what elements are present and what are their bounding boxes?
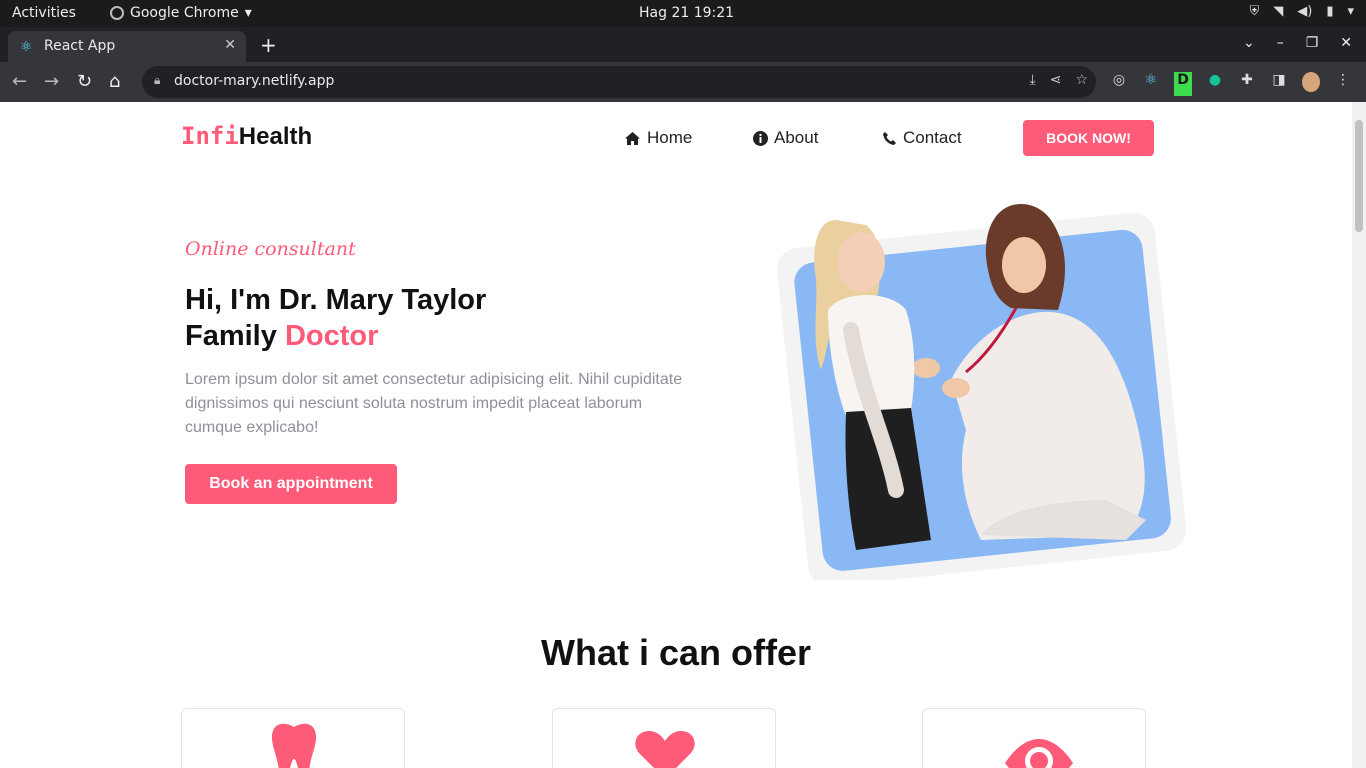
logo-part-1: Infi <box>181 122 239 150</box>
react-icon: ⚛ <box>20 39 33 55</box>
forward-icon[interactable]: → <box>44 71 59 92</box>
window-controls: ⌄ – ❐ ✕ <box>1243 35 1352 51</box>
maximize-icon[interactable]: ❐ <box>1306 35 1319 51</box>
nav-about[interactable]: About <box>753 128 818 148</box>
page-scrollbar[interactable] <box>1352 102 1366 768</box>
tab-title: React App <box>44 38 116 54</box>
wifi-icon: ◥ <box>1273 4 1284 19</box>
nav-contact-label: Contact <box>903 128 962 147</box>
phone-icon <box>883 131 896 145</box>
hero-heading-accent: Doctor <box>284 320 379 352</box>
offer-card-dental[interactable] <box>181 708 405 768</box>
app-menu[interactable]: Google Chrome ▾ <box>110 5 252 21</box>
close-window-icon[interactable]: ✕ <box>1340 35 1352 51</box>
volume-icon: ◀) <box>1297 4 1313 19</box>
extensions-bar: ◎ ⚛ D ● ✚ ◨ ⋮ <box>1110 72 1352 96</box>
extension-grammarly-icon[interactable]: ● <box>1206 72 1224 96</box>
battery-icon: ▮ <box>1326 4 1334 19</box>
nav-home[interactable]: Home <box>624 128 692 148</box>
clock[interactable]: Hag 21 19:21 <box>639 5 734 21</box>
page-viewport: InfiHealth Home About Contact BOOK NOW! … <box>0 102 1366 768</box>
offer-section-title: What i can offer <box>540 632 812 673</box>
close-tab-icon[interactable]: ✕ <box>224 37 236 53</box>
book-appointment-button[interactable]: Book an appointment <box>185 464 397 504</box>
extension-target-icon[interactable]: ◎ <box>1110 72 1128 96</box>
system-tray[interactable]: ⛨ ◥ ◀) ▮ ▾ <box>1249 4 1354 19</box>
book-now-button[interactable]: BOOK NOW! <box>1023 120 1154 156</box>
install-icon[interactable]: ⤓ <box>1030 72 1036 88</box>
activities-button[interactable]: Activities <box>12 5 76 21</box>
menu-icon[interactable]: ⋮ <box>1334 72 1352 96</box>
extensions-icon[interactable]: ✚ <box>1238 72 1256 96</box>
extension-react-icon[interactable]: ⚛ <box>1142 72 1160 96</box>
shield-icon: ⛨ <box>1249 4 1260 19</box>
tab-react-app[interactable]: ⚛ React App ✕ <box>8 31 246 62</box>
app-name: Google Chrome <box>130 5 239 21</box>
reload-icon[interactable]: ↻ <box>77 71 92 92</box>
hero-heading: Hi, I'm Dr. Mary Taylor Family Doctor <box>185 282 486 354</box>
back-icon[interactable]: ← <box>12 71 27 92</box>
hero-tagline: Online consultant <box>185 238 356 260</box>
extension-d-icon[interactable]: D <box>1174 72 1192 96</box>
browser-toolbar: ← → ↻ ⌂ 🔒︎ doctor-mary.netlify.app ⤓ ⋖ ☆… <box>0 62 1366 102</box>
lock-icon[interactable]: 🔒︎ <box>154 73 160 88</box>
site-logo[interactable]: InfiHealth <box>181 122 312 151</box>
home-icon <box>625 131 640 145</box>
heart-icon <box>635 731 695 768</box>
eye-icon <box>1005 739 1073 768</box>
info-icon <box>753 130 768 146</box>
tooth-icon <box>272 723 316 768</box>
logo-part-2: Health <box>238 123 313 150</box>
hero-doctor-image <box>776 204 1186 580</box>
hero-heading-line2-prefix: Family <box>185 320 285 352</box>
offer-card-cardiology[interactable] <box>552 708 776 768</box>
new-tab-button[interactable]: + <box>260 33 277 57</box>
nav-home-label: Home <box>647 128 693 147</box>
tab-search-icon[interactable]: ⌄ <box>1243 35 1255 51</box>
chrome-icon <box>110 6 124 20</box>
nav-contact[interactable]: Contact <box>882 128 962 148</box>
scrollbar-thumb[interactable] <box>1355 120 1363 232</box>
star-icon[interactable]: ☆ <box>1075 72 1088 88</box>
address-bar[interactable]: 🔒︎ doctor-mary.netlify.app ⤓ ⋖ ☆ <box>142 66 1096 98</box>
minimize-icon[interactable]: – <box>1277 35 1284 51</box>
caret-down-icon: ▾ <box>244 5 252 21</box>
sidepanel-icon[interactable]: ◨ <box>1270 72 1288 96</box>
nav-about-label: About <box>774 128 819 147</box>
url-text[interactable]: doctor-mary.netlify.app <box>174 73 334 89</box>
profile-avatar[interactable] <box>1302 72 1320 96</box>
tab-strip: ⚛ React App ✕ + ⌄ – ❐ ✕ <box>0 27 1366 62</box>
hero-heading-line1: Hi, I'm Dr. Mary Taylor <box>185 284 487 316</box>
hero-lead-text: Lorem ipsum dolor sit amet consectetur a… <box>185 371 683 436</box>
home-icon[interactable]: ⌂ <box>109 71 120 92</box>
system-top-bar: Activities Google Chrome ▾ Hag 21 19:21 … <box>0 0 1366 27</box>
caret-down-icon: ▾ <box>1347 4 1354 19</box>
offer-card-ophthalmology[interactable] <box>922 708 1146 768</box>
share-icon[interactable]: ⋖ <box>1050 72 1062 88</box>
